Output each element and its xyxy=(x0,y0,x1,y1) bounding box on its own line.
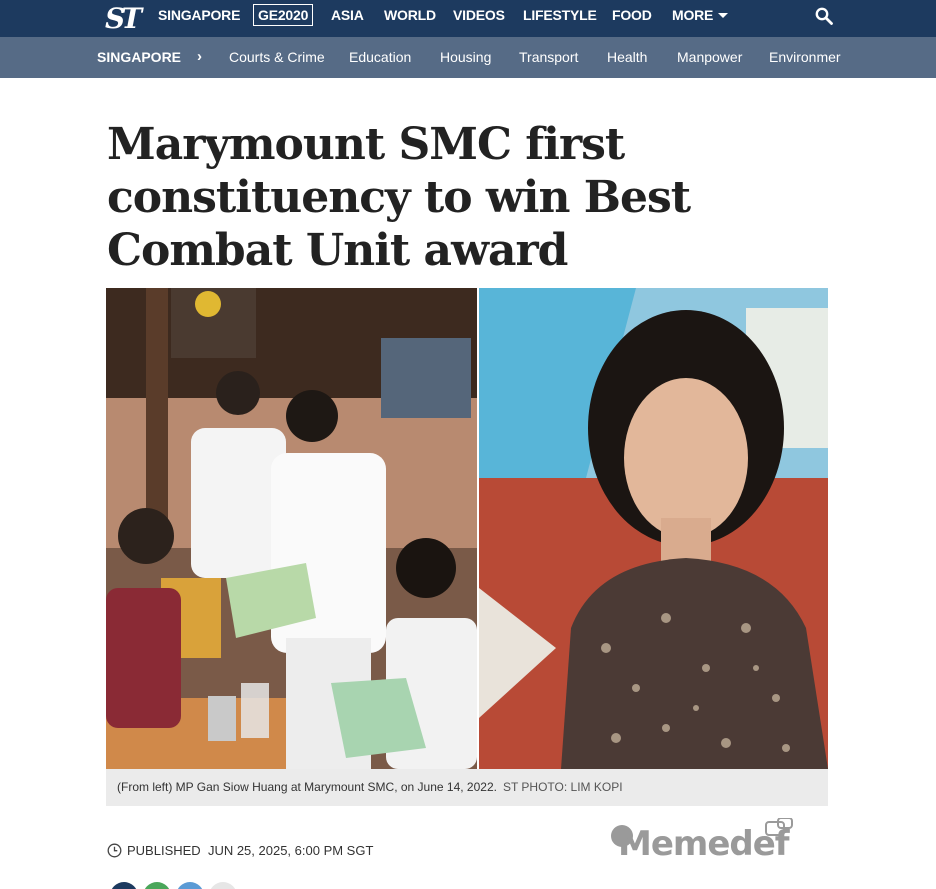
nav-item-singapore[interactable]: SINGAPORE xyxy=(158,0,240,37)
photo-caption: (From left) MP Gan Siow Huang at Marymou… xyxy=(106,769,828,806)
chevron-right-icon: › xyxy=(197,48,202,65)
subnav-item-housing[interactable]: Housing xyxy=(440,37,491,78)
share-whatsapp-button[interactable] xyxy=(143,882,171,889)
watermark-text: Memedef xyxy=(618,824,790,864)
photo-collage xyxy=(106,288,828,769)
left-photo-hawker-scene xyxy=(106,288,477,769)
right-photo-portrait xyxy=(479,288,828,769)
published-date: JUN 25, 2025, 6:00 PM SGT xyxy=(207,842,374,858)
nav-item-more-label: MORE xyxy=(672,7,714,23)
section-navigation: SINGAPORE › Courts & Crime Education Hou… xyxy=(0,37,936,78)
nav-item-lifestyle[interactable]: LIFESTYLE xyxy=(523,0,597,37)
nav-item-food[interactable]: FOOD xyxy=(612,0,652,37)
subnav-item-transport[interactable]: Transport xyxy=(519,37,578,78)
caption-text: (From left) MP Gan Siow Huang at Marymou… xyxy=(117,780,497,794)
share-twitter-button[interactable] xyxy=(176,882,204,889)
photo-credit: ST PHOTO: LIM KOPI xyxy=(502,780,623,794)
subnav-item-manpower[interactable]: Manpower xyxy=(677,37,742,78)
clock-icon xyxy=(107,843,122,857)
article-photo xyxy=(106,288,828,769)
nav-item-videos[interactable]: VIDEOS xyxy=(453,0,505,37)
nav-item-asia[interactable]: ASIA xyxy=(331,0,364,37)
subnav-item-environment[interactable]: Environmer xyxy=(769,37,841,78)
share-more-button[interactable] xyxy=(209,882,237,889)
subnav-item-health[interactable]: Health xyxy=(607,37,647,78)
search-icon[interactable] xyxy=(815,7,833,25)
subnav-section-singapore[interactable]: SINGAPORE xyxy=(97,37,181,78)
subnav-item-education[interactable]: Education xyxy=(349,37,411,78)
share-facebook-button[interactable] xyxy=(110,882,138,889)
nav-item-more[interactable]: MORE xyxy=(672,0,729,37)
article-headline: Marymount SMC first constituency to win … xyxy=(107,119,691,276)
subnav-item-courts-crime[interactable]: Courts & Crime xyxy=(229,37,325,78)
published-label: PUBLISHED xyxy=(127,842,201,858)
st-logo[interactable]: ST xyxy=(105,1,142,35)
nav-item-ge2020[interactable]: GE2020 xyxy=(253,4,314,26)
published-info: PUBLISHED JUN 25, 2025, 6:00 PM SGT xyxy=(107,840,373,860)
memedef-watermark: Memedef xyxy=(608,818,808,868)
caret-down-icon xyxy=(718,13,729,18)
nav-item-world[interactable]: WORLD xyxy=(384,0,436,37)
top-navigation: ST SINGAPORE GE2020 ASIA WORLD VIDEOS LI… xyxy=(0,0,936,37)
